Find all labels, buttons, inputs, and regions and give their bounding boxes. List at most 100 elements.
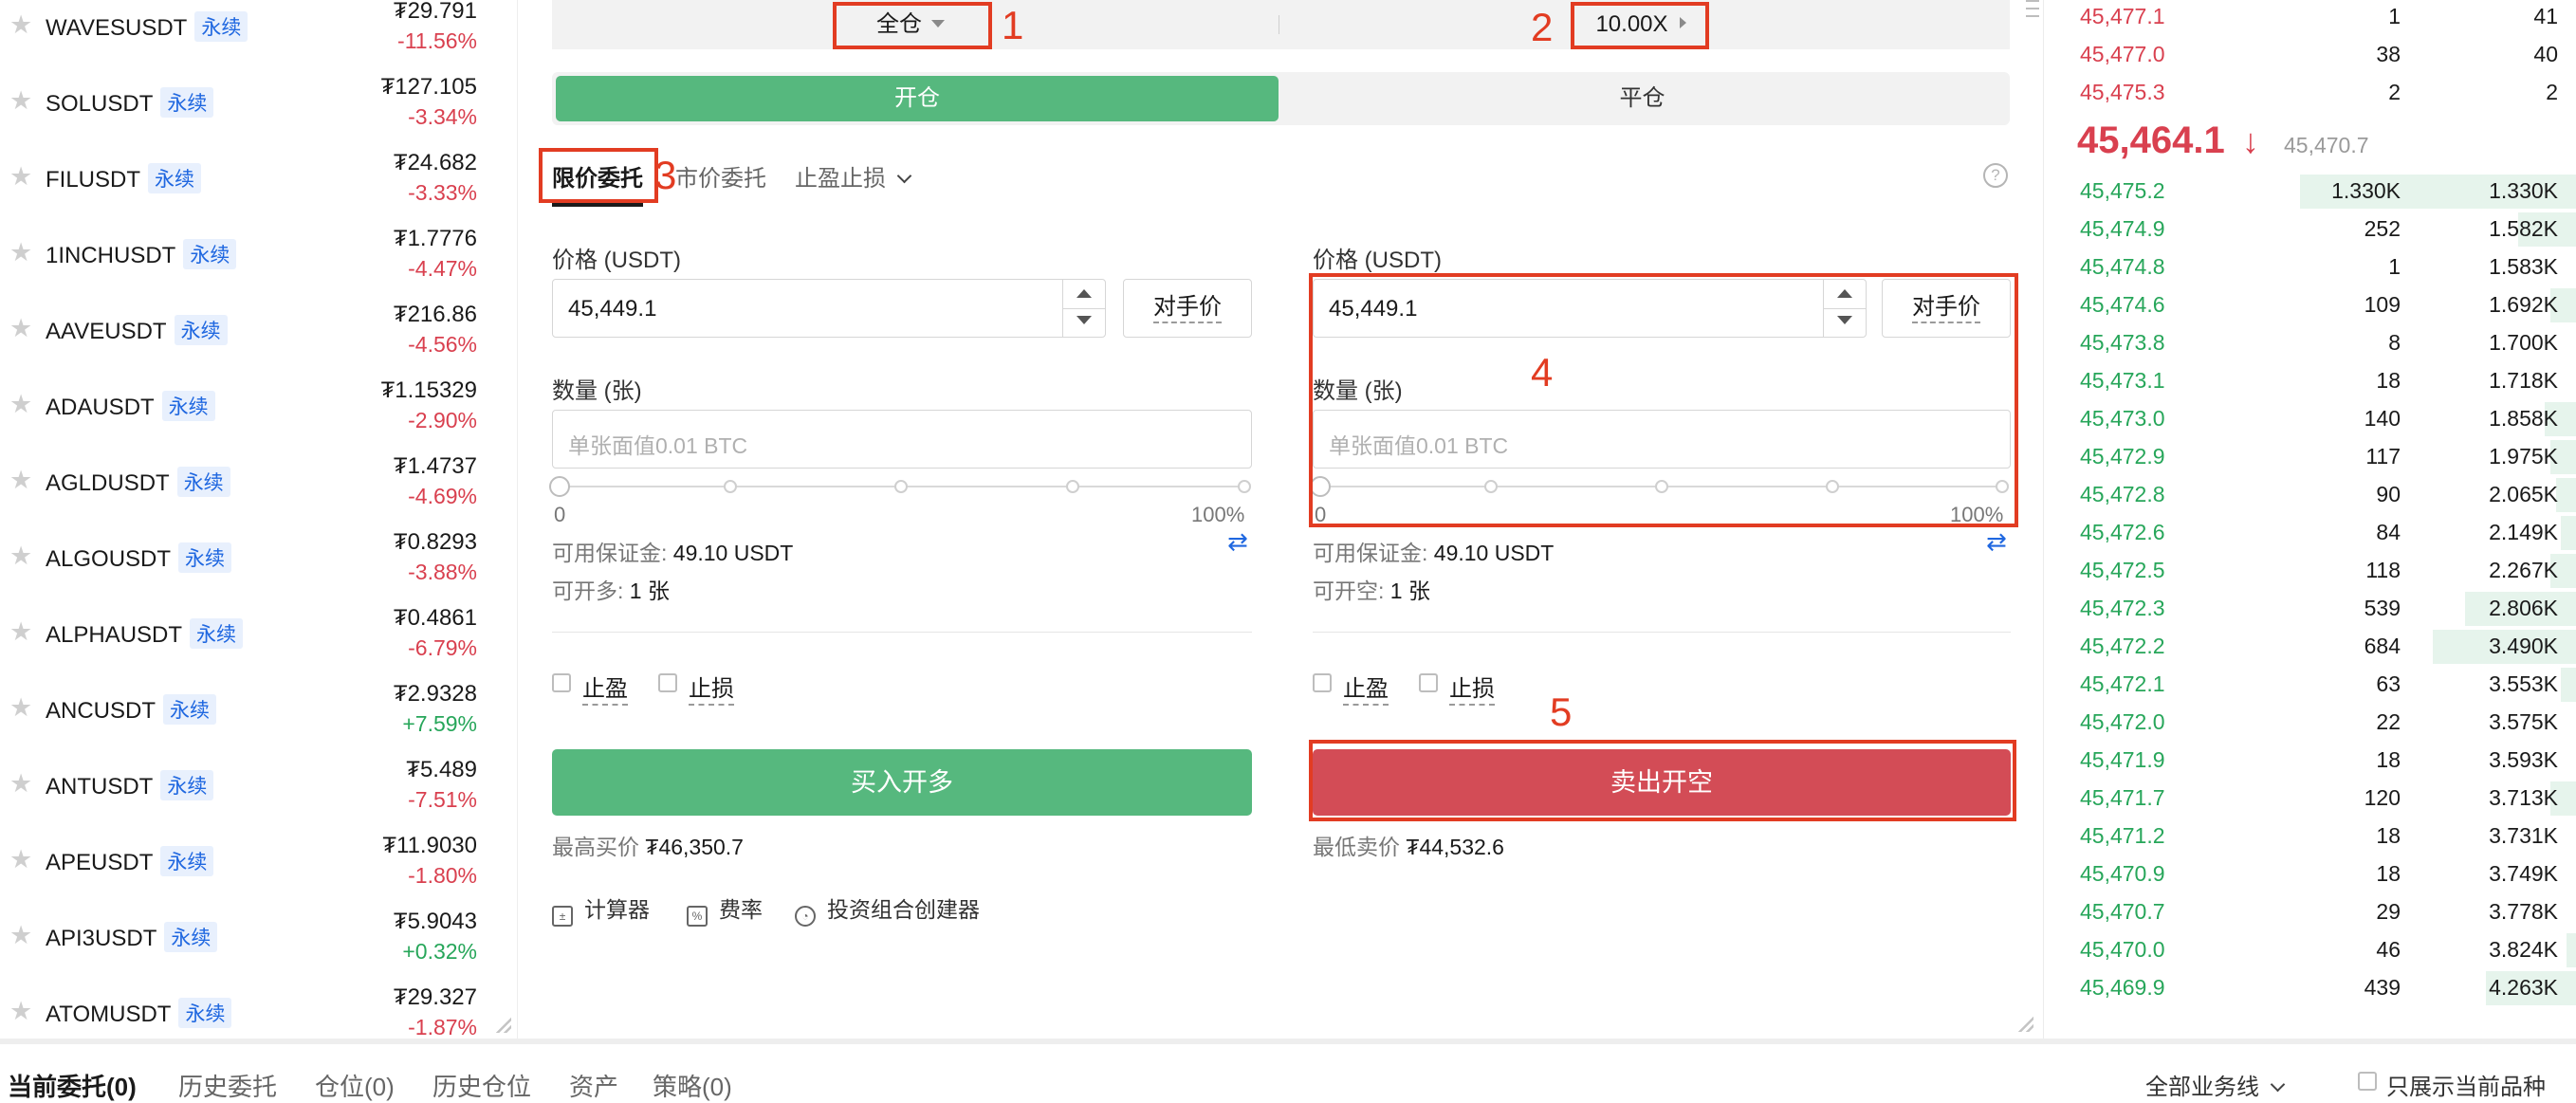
- bid-total: 2.065K: [2489, 482, 2558, 506]
- symbol-row[interactable]: ★ ADAUSDT 永续 ₮1.15329 -2.90%: [0, 368, 517, 444]
- star-icon[interactable]: ★: [9, 846, 36, 873]
- buy-tp-checkbox[interactable]: [552, 673, 571, 692]
- stepper-down-icon[interactable]: [1076, 316, 1092, 324]
- symbol-change: -3.88%: [408, 560, 477, 584]
- bid-row[interactable]: 45,470.7 29 3.778K: [2044, 893, 2576, 931]
- perpetual-badge: 永续: [178, 998, 232, 1028]
- fee-rate-tool[interactable]: % 费率: [687, 892, 763, 927]
- buy-slider-step-50[interactable]: [894, 480, 908, 493]
- sell-sl-checkbox[interactable]: [1419, 673, 1438, 692]
- buy-slider-handle[interactable]: [549, 476, 570, 497]
- bid-row[interactable]: 45,474.9 252 1.582K: [2044, 211, 2576, 248]
- resize-grip[interactable]: [2018, 1017, 2033, 1032]
- sell-tp-checkbox[interactable]: [1313, 673, 1332, 692]
- help-icon[interactable]: ?: [1983, 163, 2008, 188]
- bid-row[interactable]: 45,472.6 84 2.149K: [2044, 514, 2576, 552]
- buy-sl-checkbox[interactable]: [658, 673, 677, 692]
- tab-current-orders[interactable]: 当前委托(0): [8, 1068, 137, 1103]
- bid-row[interactable]: 45,470.0 46 3.824K: [2044, 931, 2576, 969]
- buy-slider-step-75[interactable]: [1066, 480, 1079, 493]
- resize-grip[interactable]: [496, 1018, 511, 1033]
- bid-row[interactable]: 45,472.9 117 1.975K: [2044, 438, 2576, 476]
- ask-row[interactable]: 45,475.3 2 2: [2044, 74, 2576, 112]
- bid-row[interactable]: 45,469.9 439 4.263K: [2044, 969, 2576, 1007]
- calculator-tool[interactable]: ± 计算器: [552, 892, 650, 927]
- ask-row[interactable]: 45,477.0 38 40: [2044, 36, 2576, 74]
- star-icon[interactable]: ★: [9, 998, 36, 1024]
- bid-row[interactable]: 45,472.5 118 2.267K: [2044, 552, 2576, 590]
- star-icon[interactable]: ★: [9, 542, 36, 569]
- bid-row[interactable]: 45,471.2 18 3.731K: [2044, 818, 2576, 855]
- bid-row[interactable]: 45,473.1 18 1.718K: [2044, 362, 2576, 400]
- star-icon[interactable]: ★: [9, 87, 36, 114]
- bid-price: 45,472.5: [2080, 558, 2165, 582]
- buy-available-margin: 可用保证金: 49.10 USDT: [552, 541, 794, 565]
- buy-counter-price-button[interactable]: 对手价: [1123, 279, 1252, 338]
- star-icon[interactable]: ★: [9, 922, 36, 948]
- star-icon[interactable]: ★: [9, 163, 36, 190]
- symbol-row[interactable]: ★ ANCUSDT 永续 ₮2.9328 +7.59%: [0, 671, 517, 747]
- ask-price: 45,475.3: [2080, 80, 2165, 104]
- tab-order-history[interactable]: 历史委托: [178, 1068, 277, 1103]
- buy-open-long-button[interactable]: 买入开多: [552, 749, 1252, 816]
- bid-row[interactable]: 45,474.6 109 1.692K: [2044, 286, 2576, 324]
- star-icon[interactable]: ★: [9, 694, 36, 721]
- panel-scroll-handle[interactable]: [2026, 0, 2039, 23]
- tab-market-order[interactable]: 市价委托: [675, 159, 766, 193]
- symbol-row[interactable]: ★ API3USDT 永续 ₮5.9043 +0.32%: [0, 899, 517, 975]
- bid-row[interactable]: 45,475.2 1.330K 1.330K: [2044, 173, 2576, 211]
- star-icon[interactable]: ★: [9, 239, 36, 266]
- star-icon[interactable]: ★: [9, 391, 36, 417]
- symbol-row[interactable]: ★ ALPHAUSDT 永续 ₮0.4861 -6.79%: [0, 596, 517, 671]
- bid-row[interactable]: 45,471.7 120 3.713K: [2044, 780, 2576, 818]
- tab-close-position[interactable]: 平仓: [1279, 76, 2006, 121]
- ask-row[interactable]: 45,477.1 1 41: [2044, 0, 2576, 36]
- symbol-row[interactable]: ★ WAVESUSDT 永续 ₮29.791 -11.56%: [0, 0, 517, 64]
- portfolio-builder-tool[interactable]: ◔ 投资组合创建器: [795, 892, 980, 927]
- symbol-row[interactable]: ★ ALGOUSDT 永续 ₮0.8293 -3.88%: [0, 520, 517, 596]
- bid-row[interactable]: 45,472.8 90 2.065K: [2044, 476, 2576, 514]
- bid-qty: 118: [2365, 558, 2401, 582]
- symbol-row[interactable]: ★ AGLDUSDT 永续 ₮1.4737 -4.69%: [0, 444, 517, 520]
- bid-row[interactable]: 45,472.0 22 3.575K: [2044, 704, 2576, 742]
- bid-row[interactable]: 45,472.1 63 3.553K: [2044, 666, 2576, 704]
- bid-row[interactable]: 45,473.8 8 1.700K: [2044, 324, 2576, 362]
- buy-price-stepper[interactable]: [1062, 280, 1105, 337]
- star-icon[interactable]: ★: [9, 467, 36, 493]
- tab-tp-sl[interactable]: 止盈止损: [795, 159, 912, 193]
- stepper-divider: [1063, 308, 1105, 309]
- tab-position-history[interactable]: 历史仓位: [432, 1068, 531, 1103]
- tab-positions[interactable]: 仓位(0): [315, 1068, 395, 1103]
- bid-row[interactable]: 45,473.0 140 1.858K: [2044, 400, 2576, 438]
- symbol-row[interactable]: ★ AAVEUSDT 永续 ₮216.86 -4.56%: [0, 292, 517, 368]
- transfer-icon[interactable]: ⇄: [1986, 529, 2011, 554]
- bid-row[interactable]: 45,472.2 684 3.490K: [2044, 628, 2576, 666]
- buy-qty-input[interactable]: 单张面值0.01 BTC: [552, 410, 1252, 469]
- buy-slider-step-100[interactable]: [1238, 480, 1251, 493]
- symbol-row[interactable]: ★ FILUSDT 永续 ₮24.682 -3.33%: [0, 140, 517, 216]
- buy-slider-step-25[interactable]: [724, 480, 737, 493]
- tab-strategies[interactable]: 策略(0): [653, 1068, 732, 1103]
- business-line-select[interactable]: 全部业务线: [2145, 1068, 2286, 1101]
- buy-price-input[interactable]: 45,449.1: [552, 279, 1106, 338]
- symbol-row[interactable]: ★ 1INCHUSDT 永续 ₮1.7776 -4.47%: [0, 216, 517, 292]
- symbol-row[interactable]: ★ SOLUSDT 永续 ₮127.105 -3.34%: [0, 64, 517, 140]
- ask-qty: 38: [2376, 42, 2401, 66]
- tab-assets[interactable]: 资产: [569, 1068, 618, 1103]
- star-icon[interactable]: ★: [9, 315, 36, 341]
- tab-open-position[interactable]: 开仓: [556, 76, 1279, 121]
- bid-qty: 18: [2376, 861, 2401, 886]
- only-current-symbol-checkbox[interactable]: [2358, 1072, 2377, 1091]
- stepper-up-icon[interactable]: [1076, 289, 1092, 298]
- symbol-row[interactable]: ★ APEUSDT 永续 ₮11.9030 -1.80%: [0, 823, 517, 899]
- bid-row[interactable]: 45,471.9 18 3.593K: [2044, 742, 2576, 780]
- symbol-row[interactable]: ★ ANTUSDT 永续 ₮5.489 -7.51%: [0, 747, 517, 823]
- star-icon[interactable]: ★: [9, 618, 36, 645]
- star-icon[interactable]: ★: [9, 11, 36, 38]
- bid-row[interactable]: 45,472.3 539 2.806K: [2044, 590, 2576, 628]
- bid-row[interactable]: 45,470.9 18 3.749K: [2044, 855, 2576, 893]
- star-icon[interactable]: ★: [9, 770, 36, 797]
- transfer-icon[interactable]: ⇄: [1227, 529, 1252, 554]
- bid-qty: 439: [2364, 975, 2401, 1000]
- bid-row[interactable]: 45,474.8 1 1.583K: [2044, 248, 2576, 286]
